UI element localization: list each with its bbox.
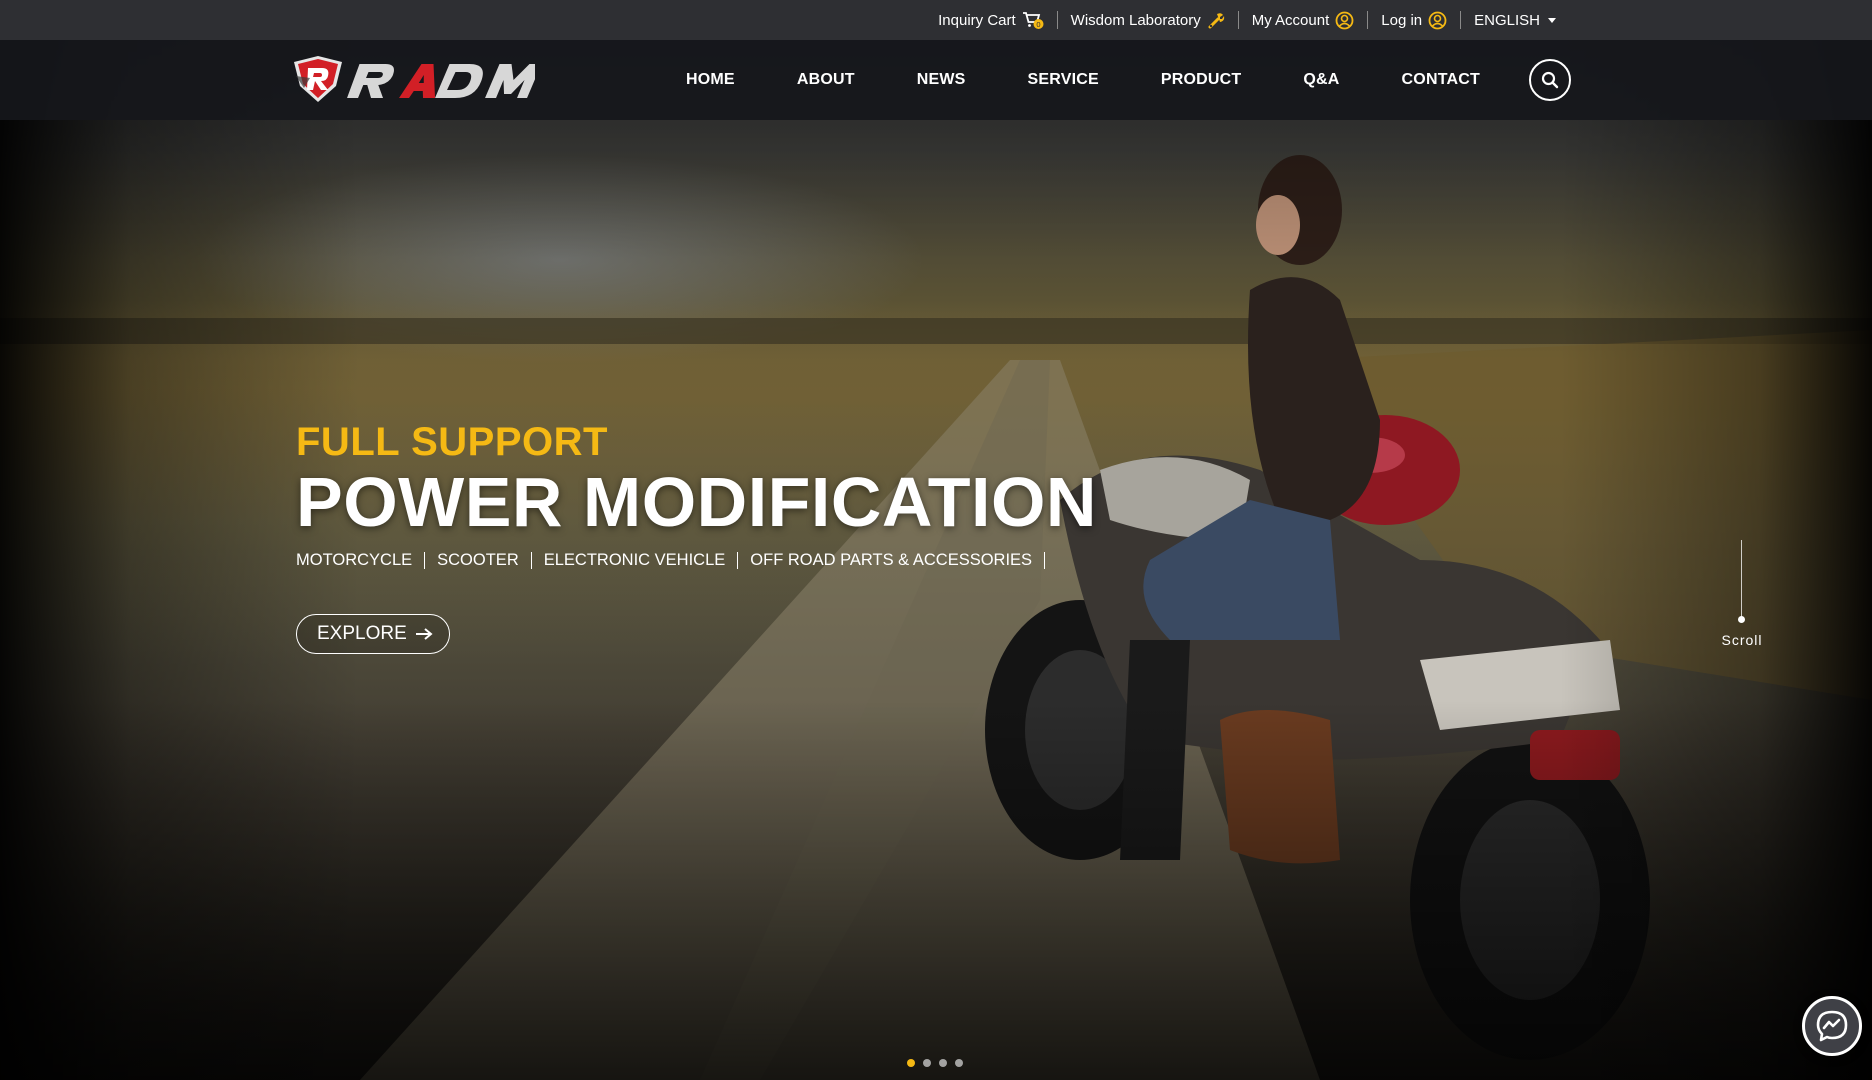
messenger-chat-button[interactable]	[1802, 996, 1862, 1056]
carousel-dot[interactable]	[939, 1059, 947, 1067]
language-label: ENGLISH	[1474, 11, 1540, 29]
user-circle-icon	[1335, 11, 1354, 30]
carousel-dot[interactable]	[907, 1059, 915, 1067]
hero-headline: POWER MODIFICATION	[296, 463, 1097, 541]
inquiry-cart-link[interactable]: Inquiry Cart 0	[925, 10, 1057, 30]
hero-copy: FULL SUPPORT POWER MODIFICATION MOTORCYC…	[296, 418, 1196, 654]
nav-qa[interactable]: Q&A	[1272, 71, 1370, 89]
login-link[interactable]: Log in	[1368, 11, 1460, 30]
login-label: Log in	[1381, 11, 1423, 29]
explore-label: EXPLORE	[317, 623, 407, 644]
user-circle-icon	[1428, 11, 1447, 30]
cart-icon: 0	[1022, 10, 1044, 30]
carousel-dot[interactable]	[955, 1059, 963, 1067]
category-electronic-vehicle[interactable]: ELECTRONIC VEHICLE	[532, 552, 739, 569]
category-off-road-parts[interactable]: OFF ROAD PARTS & ACCESSORIES	[738, 552, 1046, 569]
main-navbar: HOME ABOUT NEWS SERVICE PRODUCT Q&A CONT…	[0, 40, 1872, 120]
my-account-link[interactable]: My Account	[1239, 11, 1368, 30]
inquiry-cart-label: Inquiry Cart	[938, 11, 1016, 29]
nav-service[interactable]: SERVICE	[997, 71, 1130, 89]
nav-product[interactable]: PRODUCT	[1130, 71, 1273, 89]
site-logo[interactable]	[290, 54, 535, 106]
search-icon	[1541, 71, 1559, 89]
page: Inquiry Cart 0 Wisdom Laboratory My Acco…	[0, 0, 1872, 1080]
my-account-label: My Account	[1251, 11, 1330, 29]
category-motorcycle[interactable]: MOTORCYCLE	[296, 552, 426, 569]
hero-category-list: MOTORCYCLE SCOOTER ELECTRONIC VEHICLE OF…	[296, 552, 1196, 569]
primary-nav: HOME ABOUT NEWS SERVICE PRODUCT Q&A CONT…	[655, 40, 1511, 120]
nav-home[interactable]: HOME	[655, 71, 766, 89]
explore-button[interactable]: EXPLORE	[296, 614, 450, 654]
caret-down-icon	[1548, 17, 1556, 23]
arrow-right-icon	[415, 628, 433, 640]
nav-contact[interactable]: CONTACT	[1371, 71, 1511, 89]
scroll-indicator-dot	[1738, 616, 1745, 623]
scroll-indicator-line	[1741, 540, 1742, 618]
messenger-icon	[1816, 1010, 1848, 1042]
wisdom-laboratory-label: Wisdom Laboratory	[1070, 11, 1201, 29]
nav-about[interactable]: ABOUT	[766, 71, 886, 89]
wrench-icon	[1207, 11, 1225, 29]
nav-news[interactable]: NEWS	[886, 71, 997, 89]
cart-badge-count: 0	[1036, 20, 1040, 29]
carousel-dot[interactable]	[923, 1059, 931, 1067]
language-selector[interactable]: ENGLISH	[1461, 12, 1569, 29]
top-utility-bar: Inquiry Cart 0 Wisdom Laboratory My Acco…	[0, 0, 1872, 40]
category-scooter[interactable]: SCOOTER	[425, 552, 532, 569]
scroll-indicator-label[interactable]: Scroll	[1712, 632, 1772, 648]
wisdom-laboratory-link[interactable]: Wisdom Laboratory	[1058, 11, 1238, 29]
search-button[interactable]	[1529, 59, 1571, 101]
carousel-pagination	[907, 1059, 963, 1067]
hero-eyebrow: FULL SUPPORT	[296, 420, 608, 464]
